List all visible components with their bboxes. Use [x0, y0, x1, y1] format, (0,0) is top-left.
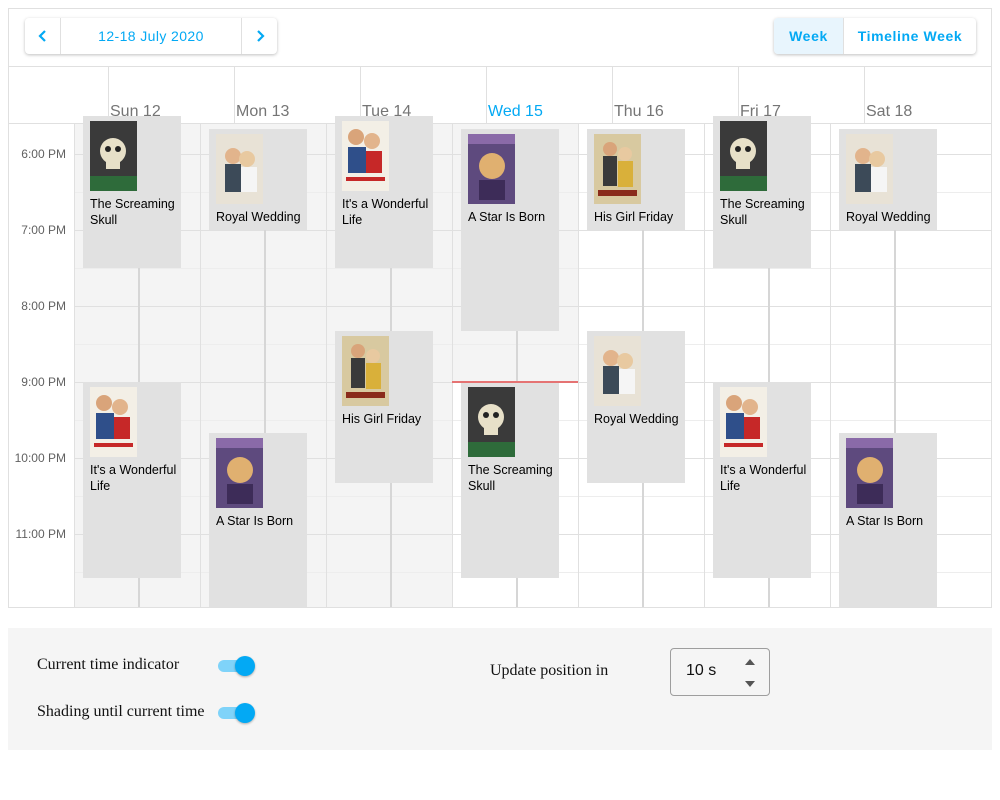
day-header-fri-17: Fri 17	[738, 66, 864, 123]
movie-poster-image	[342, 336, 389, 407]
appointment-title: His Girl Friday	[594, 209, 674, 224]
view-switcher: Week Timeline Week	[774, 18, 976, 54]
switch-knob	[235, 656, 255, 676]
increment-button[interactable]	[743, 656, 757, 668]
appointment-title: It's a Wonderful Life	[90, 463, 177, 493]
day-header-mon-13: Mon 13	[234, 66, 360, 123]
appointment-connector	[768, 268, 770, 382]
appointment-connector	[642, 483, 644, 607]
day-header-sat-18: Sat 18	[864, 66, 990, 123]
time-scale: 6:00 PM 7:00 PM 8:00 PM 9:00 PM 10:00 PM 11:0…	[9, 124, 75, 607]
appointment-connector	[894, 230, 896, 433]
current-time-indicator-switch[interactable]	[218, 656, 255, 676]
next-button[interactable]	[242, 18, 277, 54]
day-header-thu-16: Thu 16	[612, 66, 738, 123]
appointment-title: The Screaming Skull	[468, 463, 553, 493]
switch-knob	[235, 703, 255, 723]
appointment-title: Royal Wedding	[594, 412, 679, 427]
appointment-the-screaming-skull[interactable]: The Screaming Skull	[461, 382, 559, 579]
time-label: 8:00 PM	[21, 299, 66, 313]
day-header-wed-15: Wed 15	[486, 66, 612, 123]
appointment-connector	[516, 331, 518, 382]
appointment-connector	[264, 230, 266, 433]
movie-poster-image	[342, 121, 389, 191]
appointment-connector	[516, 578, 518, 607]
appointment-connector	[138, 268, 140, 382]
day-header-label: Mon 13	[236, 103, 290, 120]
time-label: 11:00 PM	[15, 527, 66, 541]
movie-poster-image	[594, 336, 641, 407]
chevron-right-icon	[256, 30, 265, 42]
previous-button[interactable]	[25, 18, 60, 54]
appointment-title: His Girl Friday	[342, 412, 422, 427]
day-header-label: Wed 15	[488, 103, 543, 120]
appointment-the-screaming-skull[interactable]: The Screaming Skull	[713, 116, 811, 268]
update-interval-value[interactable]: 10 s	[686, 662, 716, 680]
movie-poster-image	[594, 133, 641, 204]
appointment-a-star-is-born[interactable]: A Star Is Born	[461, 128, 559, 332]
movie-poster-image	[846, 133, 893, 204]
appointment-title: A Star Is Born	[216, 513, 294, 528]
appointment-royal-wedding[interactable]: Royal Wedding	[209, 128, 307, 230]
appointment-title: It's a Wonderful Life	[720, 463, 807, 493]
appointment-his-girl-friday[interactable]: His Girl Friday	[335, 331, 433, 484]
appointment-it-s-a-wonderful-life[interactable]: It's a Wonderful Life	[713, 382, 811, 579]
movie-poster-image	[216, 133, 263, 204]
update-position-label: Update position in	[490, 662, 609, 679]
caret-up-icon	[745, 659, 755, 665]
decrement-button[interactable]	[743, 678, 757, 690]
appointment-title: The Screaming Skull	[90, 197, 175, 227]
date-navigator: 12-18 July 2020	[25, 18, 277, 54]
timeline-week-view-button[interactable]: Timeline Week	[844, 18, 976, 54]
current-time-indicator	[452, 381, 578, 383]
shading-until-current-time-label: Shading until current time	[37, 703, 205, 720]
appointment-his-girl-friday[interactable]: His Girl Friday	[587, 128, 685, 230]
chevron-left-icon	[37, 30, 46, 42]
time-label: 7:00 PM	[21, 223, 66, 237]
appointment-title: A Star Is Born	[468, 209, 546, 224]
appointment-title: The Screaming Skull	[720, 197, 805, 227]
day-header-label: Sat 18	[866, 103, 913, 120]
appointment-a-star-is-born[interactable]: A Star Is Born	[209, 432, 307, 607]
appointment-connector	[642, 230, 644, 332]
appointment-title: It's a Wonderful Life	[342, 197, 429, 227]
appointment-the-screaming-skull[interactable]: The Screaming Skull	[83, 116, 181, 268]
scheduler-toolbar: 12-18 July 2020 Week Timeline Week	[9, 9, 991, 67]
day-header-tue-14: Tue 14	[360, 66, 486, 123]
appointment-royal-wedding[interactable]: Royal Wedding	[587, 331, 685, 484]
time-label: 9:00 PM	[21, 375, 66, 389]
options-panel: Current time indicator Shading until cur…	[8, 628, 992, 750]
time-label: 10:00 PM	[14, 451, 66, 465]
movie-poster-image	[468, 387, 515, 457]
appointment-connector	[390, 268, 392, 332]
appointment-it-s-a-wonderful-life[interactable]: It's a Wonderful Life	[83, 382, 181, 579]
appointment-connector	[138, 578, 140, 607]
appointment-connector	[768, 578, 770, 607]
appointment-royal-wedding[interactable]: Royal Wedding	[839, 128, 937, 230]
week-view-button[interactable]: Week	[774, 18, 844, 54]
time-label: 6:00 PM	[21, 147, 66, 161]
movie-poster-image	[720, 387, 767, 457]
movie-poster-image	[468, 133, 515, 204]
scheduler: 12-18 July 2020 Week Timeline Week Sun 1…	[8, 8, 992, 608]
update-interval-stepper[interactable]: 10 s	[670, 648, 770, 696]
calendar-grid[interactable]: 6:00 PM 7:00 PM 8:00 PM 9:00 PM 10:00 PM 11:0…	[9, 116, 991, 607]
appointment-it-s-a-wonderful-life[interactable]: It's a Wonderful Life	[335, 116, 433, 268]
appointment-a-star-is-born[interactable]: A Star Is Born	[839, 432, 937, 607]
appointment-title: A Star Is Born	[846, 513, 924, 528]
day-header-label: Thu 16	[614, 103, 664, 120]
date-range-caption[interactable]: 12-18 July 2020	[60, 18, 242, 54]
appointment-title: Royal Wedding	[216, 209, 301, 224]
movie-poster-image	[90, 387, 137, 457]
appointment-title: Royal Wedding	[846, 209, 931, 224]
shading-until-current-time-switch[interactable]	[218, 703, 255, 723]
day-header-sun-12: Sun 12	[108, 66, 234, 123]
appointment-connector	[390, 483, 392, 607]
movie-poster-image	[720, 121, 767, 191]
movie-poster-image	[846, 437, 893, 508]
current-time-indicator-label: Current time indicator	[37, 656, 180, 673]
caret-down-icon	[745, 681, 755, 687]
movie-poster-image	[216, 437, 263, 508]
movie-poster-image	[90, 121, 137, 191]
